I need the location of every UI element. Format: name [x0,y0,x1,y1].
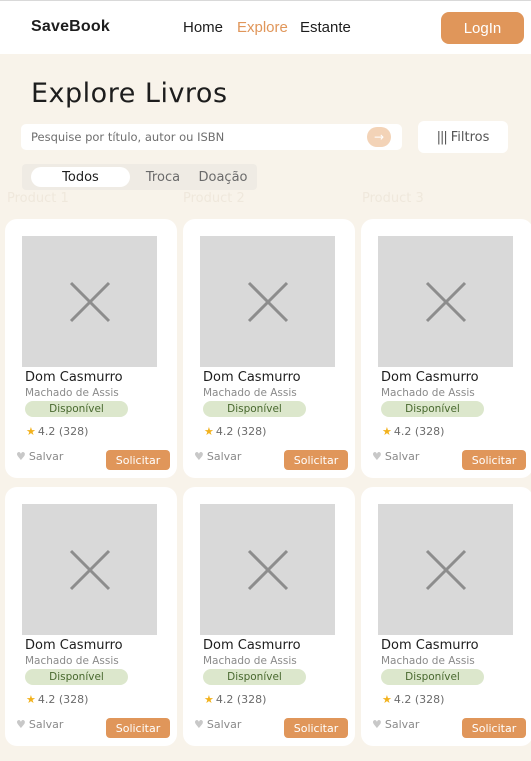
save-button[interactable]: ♥ Salvar [372,718,419,731]
category-tabs: Todos Troca Doação [22,164,257,190]
image-placeholder-x-icon [425,281,466,322]
book-rating: ★ 4.2 (328) [204,693,266,706]
book-title: Dom Casmurro [203,370,301,385]
heart-icon: ♥ [372,718,382,731]
image-placeholder-x-icon [69,281,110,322]
save-label: Salvar [206,718,242,731]
save-label: Salvar [206,450,242,463]
save-button[interactable]: ♥ Salvar [194,450,241,463]
nav-home[interactable]: Home [183,19,223,36]
star-icon: ★ [382,425,392,438]
tab-troca[interactable]: Troca [132,167,194,187]
nav-explore[interactable]: Explore [237,19,288,36]
heart-icon: ♥ [16,450,26,463]
book-cover-placeholder [22,236,157,367]
save-label: Salvar [384,450,420,463]
star-icon: ★ [204,693,214,706]
rating-value: 4.2 (328) [393,693,445,706]
rating-value: 4.2 (328) [37,693,89,706]
filter-bars-icon: ||| [436,129,448,145]
ghost-label: Product 1 [7,191,69,206]
save-label: Salvar [384,718,420,731]
book-rating: ★ 4.2 (328) [26,693,88,706]
book-card[interactable]: Dom Casmurro Machado de Assis Disponível… [183,219,355,478]
star-icon: ★ [204,425,214,438]
book-title: Dom Casmurro [25,370,123,385]
request-button[interactable]: Solicitar [106,450,170,470]
request-button[interactable]: Solicitar [106,718,170,738]
book-author: Machado de Assis [203,655,297,667]
book-card[interactable]: Dom Casmurro Machado de Assis Disponível… [361,487,531,746]
book-rating: ★ 4.2 (328) [382,425,444,438]
arrow-right-icon: → [373,130,385,144]
search-bar: → [21,124,402,150]
image-placeholder-x-icon [247,281,288,322]
request-button[interactable]: Solicitar [284,450,348,470]
heart-icon: ♥ [194,718,204,731]
book-card[interactable]: Dom Casmurro Machado de Assis Disponível… [5,487,177,746]
book-card[interactable]: Dom Casmurro Machado de Assis Disponível… [5,219,177,478]
top-nav: SaveBook Home Explore Estante LogIn [0,0,531,54]
save-button[interactable]: ♥ Salvar [16,718,63,731]
image-placeholder-x-icon [69,549,110,590]
book-author: Machado de Assis [203,387,297,399]
search-submit-button[interactable]: → [367,127,391,147]
rating-value: 4.2 (328) [215,425,267,438]
ghost-label: Product 2 [183,191,245,206]
star-icon: ★ [382,693,392,706]
availability-badge: Disponível [203,669,306,685]
availability-badge: Disponível [381,401,484,417]
brand-logo[interactable]: SaveBook [31,18,110,36]
request-button[interactable]: Solicitar [284,718,348,738]
book-author: Machado de Assis [381,655,475,667]
save-label: Salvar [28,450,64,463]
book-cover-placeholder [200,236,335,367]
heart-icon: ♥ [372,450,382,463]
rating-value: 4.2 (328) [393,425,445,438]
book-rating: ★ 4.2 (328) [26,425,88,438]
book-title: Dom Casmurro [25,638,123,653]
request-button[interactable]: Solicitar [462,718,526,738]
book-title: Dom Casmurro [381,638,479,653]
image-placeholder-x-icon [425,549,466,590]
availability-badge: Disponível [25,401,128,417]
book-title: Dom Casmurro [203,638,301,653]
filters-button[interactable]: ||| Filtros [418,121,508,153]
search-input[interactable] [31,128,361,146]
save-label: Salvar [28,718,64,731]
availability-badge: Disponível [381,669,484,685]
book-cover-placeholder [378,504,513,635]
ghost-label: Product 3 [362,191,424,206]
book-cover-placeholder [22,504,157,635]
page-title: Explore Livros [31,78,228,109]
availability-badge: Disponível [25,669,128,685]
save-button[interactable]: ♥ Salvar [194,718,241,731]
book-author: Machado de Assis [25,387,119,399]
save-button[interactable]: ♥ Salvar [372,450,419,463]
book-cover-placeholder [200,504,335,635]
filters-label: Filtros [450,129,490,145]
save-button[interactable]: ♥ Salvar [16,450,63,463]
rating-value: 4.2 (328) [215,693,267,706]
book-rating: ★ 4.2 (328) [204,425,266,438]
book-author: Machado de Assis [25,655,119,667]
nav-estante[interactable]: Estante [300,19,351,36]
rating-value: 4.2 (328) [37,425,89,438]
availability-badge: Disponível [203,401,306,417]
star-icon: ★ [26,693,36,706]
image-placeholder-x-icon [247,549,288,590]
tab-doacao[interactable]: Doação [194,167,252,187]
book-title: Dom Casmurro [381,370,479,385]
book-author: Machado de Assis [381,387,475,399]
login-button[interactable]: LogIn [441,12,524,44]
book-card[interactable]: Dom Casmurro Machado de Assis Disponível… [361,219,531,478]
book-card[interactable]: Dom Casmurro Machado de Assis Disponível… [183,487,355,746]
heart-icon: ♥ [194,450,204,463]
star-icon: ★ [26,425,36,438]
request-button[interactable]: Solicitar [462,450,526,470]
book-cover-placeholder [378,236,513,367]
heart-icon: ♥ [16,718,26,731]
book-rating: ★ 4.2 (328) [382,693,444,706]
tab-todos[interactable]: Todos [31,167,130,187]
